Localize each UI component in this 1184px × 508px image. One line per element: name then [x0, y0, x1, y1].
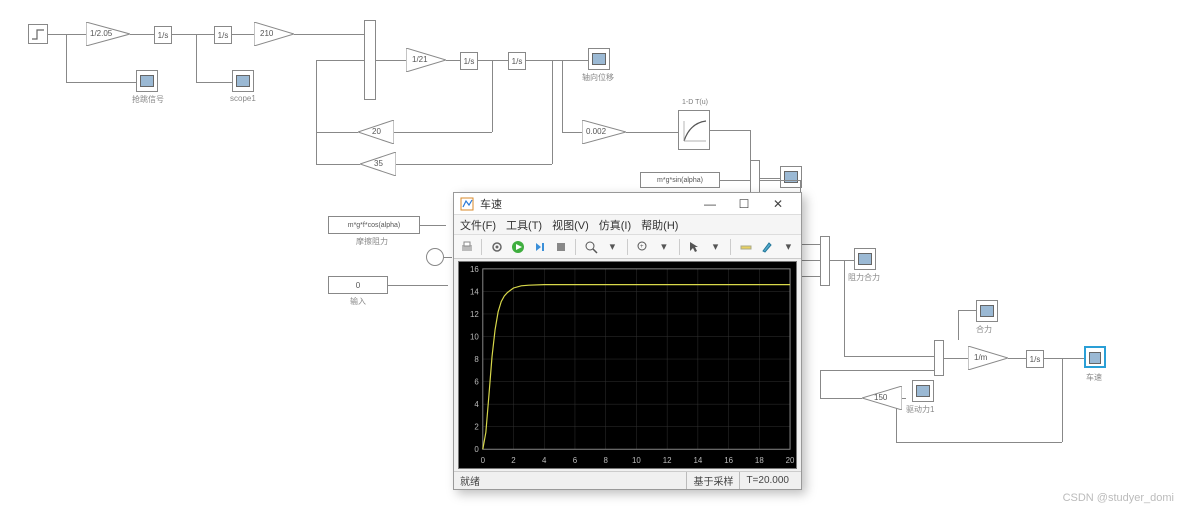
scope-statusbar: 就绪 基于采样 T=20.000 — [454, 471, 801, 489]
svg-text:18: 18 — [755, 456, 764, 465]
friction-label: 摩擦阻力 — [356, 236, 388, 247]
dropdown-icon-3[interactable]: ▾ — [707, 238, 724, 256]
watermark: CSDN @studyer_domi — [1063, 492, 1174, 504]
speed-label: 车速 — [1086, 372, 1102, 383]
svg-text:8: 8 — [474, 355, 479, 364]
sum-resist[interactable] — [820, 236, 830, 286]
zoom-x-icon[interactable]: + — [634, 238, 651, 256]
scope-top-right[interactable] — [780, 166, 802, 188]
zoom-icon[interactable] — [582, 238, 599, 256]
svg-text:6: 6 — [474, 378, 479, 387]
gain-1-over-2p05[interactable]: 1/2.05 — [86, 22, 130, 46]
dropdown-icon-2[interactable]: ▾ — [655, 238, 672, 256]
drive-label: 驱动力1 — [906, 404, 934, 415]
cursor-icon[interactable] — [686, 238, 703, 256]
svg-text:10: 10 — [470, 332, 479, 341]
highlight-icon[interactable] — [758, 238, 775, 256]
scope-drive[interactable] — [912, 380, 934, 402]
step-fwd-icon[interactable] — [531, 238, 548, 256]
svg-text:14: 14 — [693, 456, 702, 465]
scope-signal[interactable] — [136, 70, 158, 92]
scope1[interactable] — [232, 70, 254, 92]
scope-window[interactable]: 车速 — ☐ ✕ 文件(F) 工具(T) 视图(V) 仿真(I) 帮助(H) ▾… — [453, 192, 802, 490]
gain-150[interactable]: 150 — [862, 386, 902, 410]
svg-text:2: 2 — [511, 456, 515, 465]
const-friction[interactable]: m*g*f*cos(alpha) — [328, 216, 420, 234]
svg-text:10: 10 — [632, 456, 641, 465]
scope-sum-force[interactable] — [976, 300, 998, 322]
integrator-5[interactable]: 1/s — [1026, 350, 1044, 368]
svg-text:4: 4 — [474, 400, 479, 409]
minimize-button[interactable]: — — [693, 197, 727, 211]
grav-sin-label[interactable]: m*g*sin(alpha) — [640, 172, 720, 188]
scope1-label: scope1 — [230, 94, 256, 103]
settings-icon[interactable] — [488, 238, 505, 256]
scope-axle[interactable] — [588, 48, 610, 70]
svg-text:+: + — [640, 244, 644, 250]
gain-1-over-m[interactable]: 1/m — [968, 346, 1008, 370]
svg-text:6: 6 — [573, 456, 578, 465]
scope-menubar: 文件(F) 工具(T) 视图(V) 仿真(I) 帮助(H) — [454, 215, 801, 235]
dropdown-icon-4[interactable]: ▾ — [780, 238, 797, 256]
scope-app-icon — [460, 197, 474, 211]
svg-text:14: 14 — [470, 287, 479, 296]
status-sample: 基于采样 — [686, 472, 739, 489]
svg-text:4: 4 — [542, 456, 547, 465]
scope-resist[interactable] — [854, 248, 876, 270]
dropdown-icon[interactable]: ▾ — [604, 238, 621, 256]
menu-sim[interactable]: 仿真(I) — [599, 217, 631, 233]
print-icon[interactable] — [458, 238, 475, 256]
scope-plot[interactable]: 0 2 4 6 8 10 12 14 16 18 20 0 2 4 6 8 10 12 14 16 — [458, 261, 797, 469]
integrator-1[interactable]: 1/s — [154, 26, 172, 44]
clock-block[interactable] — [426, 248, 444, 266]
sum-force-label: 合力 — [976, 324, 992, 335]
scope-title: 车速 — [480, 196, 693, 212]
sum-force[interactable] — [934, 340, 944, 376]
measure-icon[interactable] — [737, 238, 754, 256]
run-icon[interactable] — [510, 238, 527, 256]
scope-axle-label: 轴向位移 — [582, 72, 614, 83]
svg-text:0: 0 — [474, 445, 479, 454]
maximize-button[interactable]: ☐ — [727, 197, 761, 211]
svg-text:12: 12 — [663, 456, 672, 465]
menu-view[interactable]: 视图(V) — [552, 217, 589, 233]
lookup-1d[interactable]: 1-D T(u) — [678, 110, 710, 150]
status-time: T=20.000 — [739, 472, 795, 489]
status-ready: 就绪 — [460, 473, 480, 488]
stop-icon[interactable] — [552, 238, 569, 256]
svg-text:20: 20 — [786, 456, 795, 465]
sum-block-1[interactable] — [364, 20, 376, 100]
const-zero[interactable]: 0 — [328, 276, 388, 294]
integrator-4[interactable]: 1/s — [508, 52, 526, 70]
step-block[interactable] — [28, 24, 48, 44]
svg-text:2: 2 — [474, 423, 478, 432]
gain-210[interactable]: 210 — [254, 22, 294, 46]
gain-35[interactable]: 35 — [360, 152, 396, 176]
menu-tools[interactable]: 工具(T) — [506, 217, 542, 233]
close-button[interactable]: ✕ — [761, 197, 795, 211]
svg-text:0: 0 — [481, 456, 486, 465]
svg-text:8: 8 — [603, 456, 608, 465]
menu-file[interactable]: 文件(F) — [460, 217, 496, 233]
scope-titlebar[interactable]: 车速 — ☐ ✕ — [454, 193, 801, 215]
integrator-3[interactable]: 1/s — [460, 52, 478, 70]
scope-signal-label: 抢跳信号 — [132, 94, 164, 105]
input-label: 输入 — [350, 296, 366, 307]
scope-toolbar: ▾ + ▾ ▾ ▾ — [454, 235, 801, 259]
svg-text:16: 16 — [470, 265, 479, 274]
menu-help[interactable]: 帮助(H) — [641, 217, 678, 233]
scope-speed[interactable] — [1084, 346, 1106, 368]
gain-0p002[interactable]: 0.002 — [582, 120, 626, 144]
svg-text:12: 12 — [470, 310, 479, 319]
resist-label: 阻力合力 — [848, 272, 880, 283]
gain-1-over-21[interactable]: 1/21 — [406, 48, 446, 72]
sum-block-2[interactable] — [750, 160, 760, 196]
gain-20[interactable]: 20 — [358, 120, 394, 144]
svg-text:16: 16 — [724, 456, 733, 465]
integrator-2[interactable]: 1/s — [214, 26, 232, 44]
